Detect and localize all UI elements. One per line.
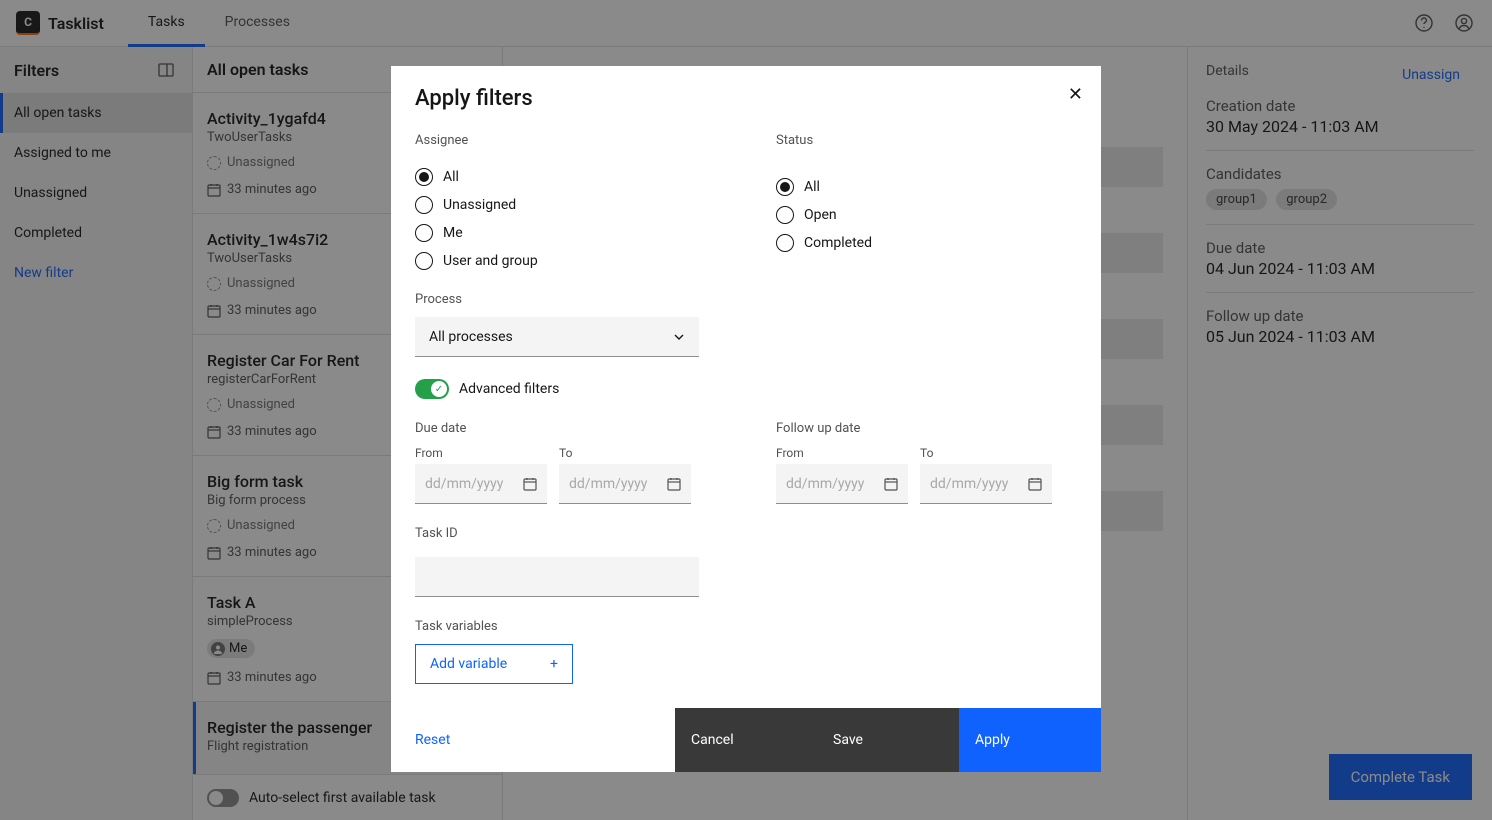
input-placeholder: dd/mm/yyyy [786,476,864,492]
calendar-icon [523,477,537,491]
followup-from-label: From [776,446,908,460]
status-radio-all[interactable]: All [776,178,1077,196]
save-button[interactable]: Save [817,708,959,772]
radio-icon [776,234,794,252]
radio-icon [415,252,433,270]
followup-date-to-input[interactable]: dd/mm/yyyy [920,464,1052,504]
task-variables-label: Task variables [415,619,1077,634]
followup-date-section-label: Follow up date [776,421,1077,436]
apply-button[interactable]: Apply [959,708,1101,772]
close-icon[interactable]: ✕ [1068,84,1083,105]
modal-title: Apply filters [415,86,1077,111]
assignee-radio-all[interactable]: All [415,168,716,186]
advanced-filters-label: Advanced filters [459,381,559,397]
process-section-label: Process [415,292,1077,307]
due-date-section-label: Due date [415,421,716,436]
add-variable-label: Add variable [430,656,507,672]
plus-icon: + [550,656,558,672]
cancel-label: Cancel [691,732,734,748]
followup-date-from-input[interactable]: dd/mm/yyyy [776,464,908,504]
status-radio-completed[interactable]: Completed [776,234,1077,252]
input-placeholder: dd/mm/yyyy [930,476,1008,492]
advanced-filters-toggle[interactable]: ✓ [415,379,449,399]
modal-overlay: ✕ Apply filters Assignee All Unassigned … [0,0,1492,820]
reset-label: Reset [415,732,450,748]
radio-label: All [804,179,820,195]
task-id-input[interactable] [415,557,699,597]
radio-label: User and group [443,253,538,269]
process-select-value: All processes [429,329,513,345]
radio-label: Open [804,207,837,223]
apply-label: Apply [975,732,1010,748]
cancel-button[interactable]: Cancel [675,708,817,772]
add-variable-button[interactable]: Add variable + [415,644,573,684]
due-to-label: To [559,446,691,460]
assignee-radio-me[interactable]: Me [415,224,716,242]
due-from-label: From [415,446,547,460]
due-date-from-input[interactable]: dd/mm/yyyy [415,464,547,504]
radio-label: Me [443,225,463,241]
calendar-icon [884,477,898,491]
followup-to-label: To [920,446,1052,460]
input-placeholder: dd/mm/yyyy [425,476,503,492]
process-select[interactable]: All processes [415,317,699,357]
radio-icon [415,168,433,186]
radio-icon [776,178,794,196]
radio-label: All [443,169,459,185]
apply-filters-modal: ✕ Apply filters Assignee All Unassigned … [391,66,1101,772]
chevron-down-icon [673,331,685,343]
radio-label: Unassigned [443,197,516,213]
due-date-to-input[interactable]: dd/mm/yyyy [559,464,691,504]
assignee-radio-user-group[interactable]: User and group [415,252,716,270]
radio-icon [415,196,433,214]
assignee-section-label: Assignee [415,133,716,148]
save-label: Save [833,732,863,748]
status-section-label: Status [776,133,1077,148]
reset-button[interactable]: Reset [391,708,474,772]
radio-label: Completed [804,235,872,251]
calendar-icon [1028,477,1042,491]
calendar-icon [667,477,681,491]
assignee-radio-unassigned[interactable]: Unassigned [415,196,716,214]
status-radio-open[interactable]: Open [776,206,1077,224]
task-id-label: Task ID [415,526,1077,541]
radio-icon [776,206,794,224]
input-placeholder: dd/mm/yyyy [569,476,647,492]
radio-icon [415,224,433,242]
